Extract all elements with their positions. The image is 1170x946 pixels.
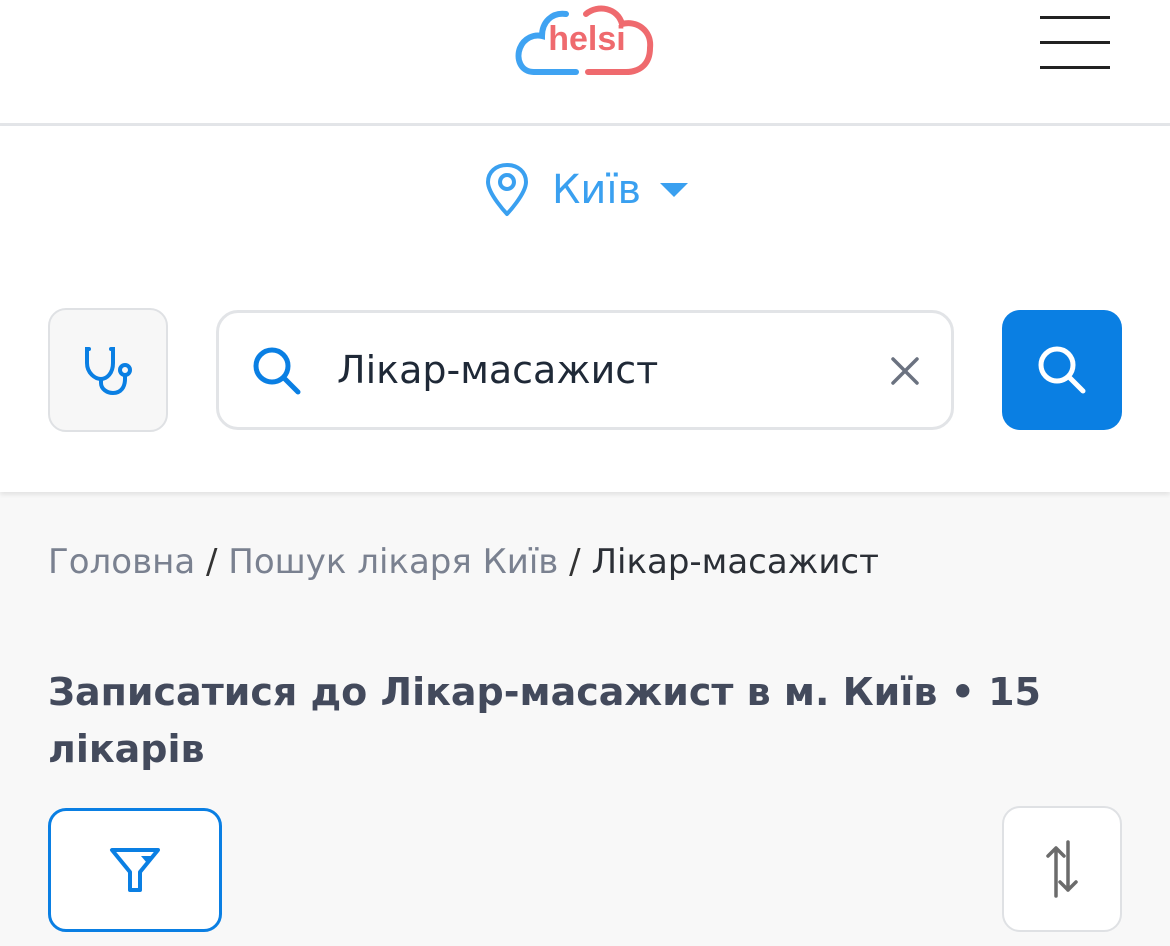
stethoscope-icon [85, 347, 132, 396]
search-submit-button[interactable] [1002, 310, 1122, 430]
breadcrumb-search[interactable]: Пошук лікаря Київ [228, 542, 558, 582]
city-selector[interactable]: Київ [484, 162, 689, 218]
search-input[interactable] [337, 337, 857, 403]
clear-search-button[interactable] [887, 353, 923, 389]
search-field[interactable] [216, 310, 954, 430]
breadcrumb-separator: / [206, 542, 218, 582]
sort-arrows-icon [1046, 840, 1078, 898]
logo-wordmark: helsi [548, 20, 626, 58]
specialty-button[interactable] [48, 308, 168, 432]
filter-button[interactable] [48, 808, 222, 932]
hamburger-menu-icon[interactable] [1040, 16, 1112, 70]
breadcrumb-home[interactable]: Головна [48, 542, 195, 582]
search-icon [1038, 346, 1086, 394]
filter-funnel-icon [110, 848, 160, 892]
page-title: Записатися до Лікар-масажист в м. Київ •… [48, 670, 1041, 771]
top-header: helsi [0, 0, 1170, 126]
sort-button[interactable] [1002, 806, 1122, 932]
chevron-down-icon [660, 183, 689, 197]
search-panel: Київ [0, 126, 1170, 492]
breadcrumb: Головна / Пошук лікаря Київ / Лікар-маса… [48, 542, 879, 582]
breadcrumb-current: Лікар-масажист [591, 542, 879, 582]
close-icon [891, 357, 919, 385]
breadcrumb-separator: / [569, 542, 581, 582]
helsi-logo[interactable]: helsi [514, 0, 656, 80]
city-label: Київ [552, 167, 642, 213]
map-pin-icon [486, 163, 528, 216]
search-icon [253, 347, 301, 395]
